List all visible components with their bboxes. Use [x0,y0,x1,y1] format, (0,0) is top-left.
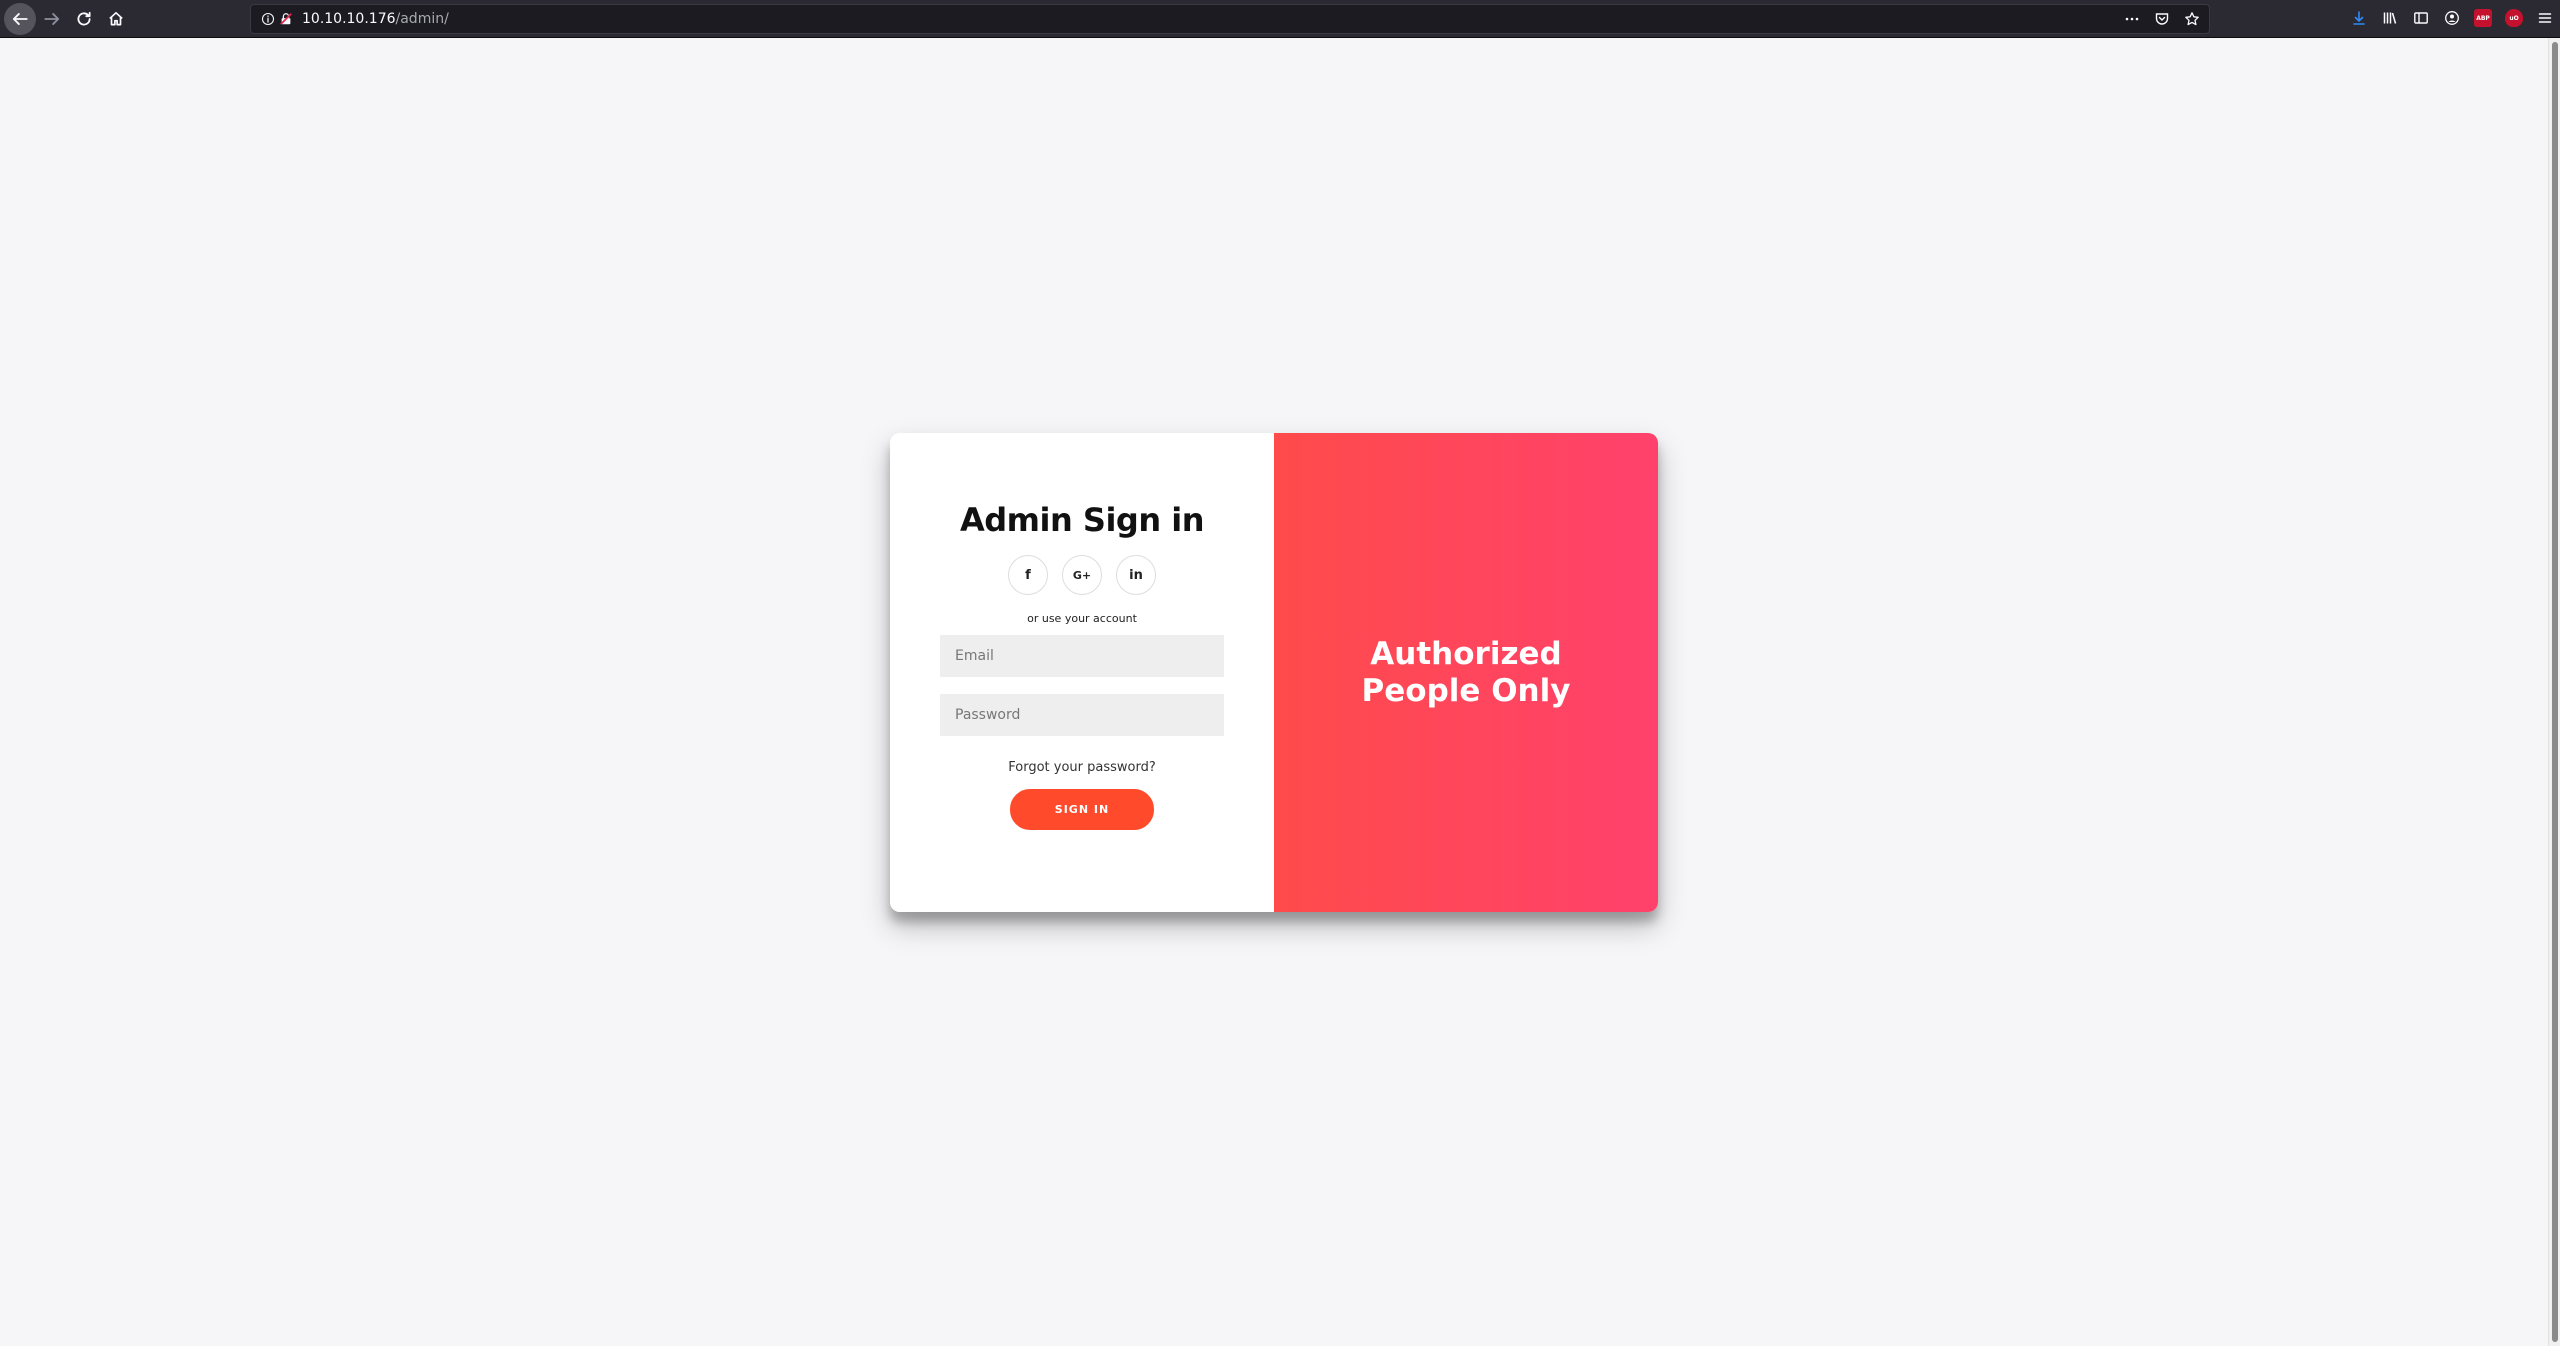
url-host: 10.10.10.176 [302,11,396,27]
vertical-scrollbar[interactable] [2548,38,2560,1346]
email-field[interactable] [940,635,1224,677]
abp-icon: ABP [2474,9,2492,27]
sidebar-icon [2414,12,2428,24]
browser-toolbar: 10.10.10.176/admin/ ABP uO [0,0,2560,38]
linkedin-icon: in [1129,567,1143,583]
sign-in-form: Admin Sign in f G+ in or use your accoun… [890,433,1274,912]
adblock-extension-button[interactable]: ABP [2474,9,2492,27]
library-button[interactable] [2381,9,2399,27]
library-icon [2383,12,2397,24]
insecure-lock-icon[interactable] [279,12,293,26]
overlay-panel: Authorized People Only [1274,433,1658,912]
url-path: /admin/ [395,11,449,27]
google-plus-icon: G+ [1072,568,1092,582]
facebook-icon: f [1025,567,1031,583]
pocket-icon [2155,13,2169,25]
arrow-right-icon [44,13,60,25]
bookmark-button[interactable] [2183,10,2201,28]
overlay-title: Authorized People Only [1361,635,1571,709]
toolbar-right: ABP uO [2350,9,2554,27]
or-use-account-text: or use your account [1027,612,1137,625]
download-icon [2353,11,2365,25]
url-bar[interactable]: 10.10.10.176/admin/ [250,4,2210,34]
star-icon [2185,12,2199,26]
facebook-login-button[interactable]: f [1008,555,1048,595]
back-button[interactable] [4,3,36,35]
account-icon [2445,11,2459,25]
page-actions-button[interactable] [2123,10,2141,28]
forgot-password-link[interactable]: Forgot your password? [1008,760,1156,775]
password-field[interactable] [940,694,1224,736]
login-card: Admin Sign in f G+ in or use your accoun… [890,433,1658,912]
linkedin-login-button[interactable]: in [1116,555,1156,595]
menu-button[interactable] [2536,9,2554,27]
sign-in-button[interactable]: SIGN IN [1010,789,1154,830]
page-title: Admin Sign in [960,501,1205,539]
url-text[interactable]: 10.10.10.176/admin/ [302,11,449,27]
pocket-button[interactable] [2153,10,2171,28]
sidebar-button[interactable] [2412,9,2430,27]
hamburger-menu-icon [2538,13,2552,23]
social-login-group: f G+ in [1008,555,1156,595]
home-icon [109,11,123,26]
url-actions [2123,10,2201,28]
more-horizontal-icon [2125,17,2139,21]
google-login-button[interactable]: G+ [1062,555,1102,595]
reload-icon [77,11,91,26]
downloads-button[interactable] [2350,9,2368,27]
page-content: Admin Sign in f G+ in or use your accoun… [0,38,2548,1346]
info-icon[interactable] [261,12,275,26]
reload-button[interactable] [68,3,100,35]
scrollbar-thumb[interactable] [2552,42,2558,1342]
ublock-extension-button[interactable]: uO [2505,9,2523,27]
ublock-icon: uO [2505,9,2523,27]
forward-button[interactable] [36,3,68,35]
home-button[interactable] [100,3,132,35]
arrow-left-icon [12,13,28,25]
account-button[interactable] [2443,9,2461,27]
